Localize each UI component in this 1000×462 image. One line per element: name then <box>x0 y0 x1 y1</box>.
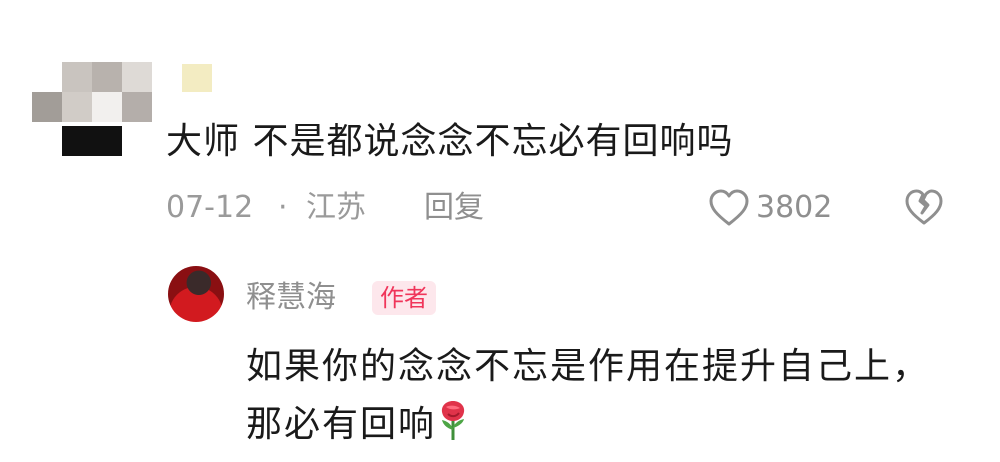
author-badge: 作者 <box>372 281 436 315</box>
comment-date: 07-12 <box>166 190 254 225</box>
author-avatar[interactable] <box>168 266 224 322</box>
broken-heart-icon <box>905 189 943 225</box>
reply-text-content: 如果你的念念不忘是作用在提升自己上，那必有回响 <box>246 346 931 445</box>
like-button[interactable]: 3802 <box>708 186 832 230</box>
comment-location: 江苏 <box>306 190 366 225</box>
reply-text: 如果你的念念不忘是作用在提升自己上，那必有回响 <box>246 338 946 454</box>
meta-separator: · <box>278 190 288 225</box>
rose-icon <box>441 401 465 440</box>
comment-text: 大师 不是都说念念不忘必有回响吗 <box>166 121 734 162</box>
dislike-button[interactable] <box>904 188 944 228</box>
like-count: 3802 <box>756 190 833 225</box>
reply-button[interactable]: 回复 <box>424 188 484 228</box>
heart-outline-icon <box>709 189 749 226</box>
reply-author-name[interactable]: 释慧海 <box>246 278 336 318</box>
